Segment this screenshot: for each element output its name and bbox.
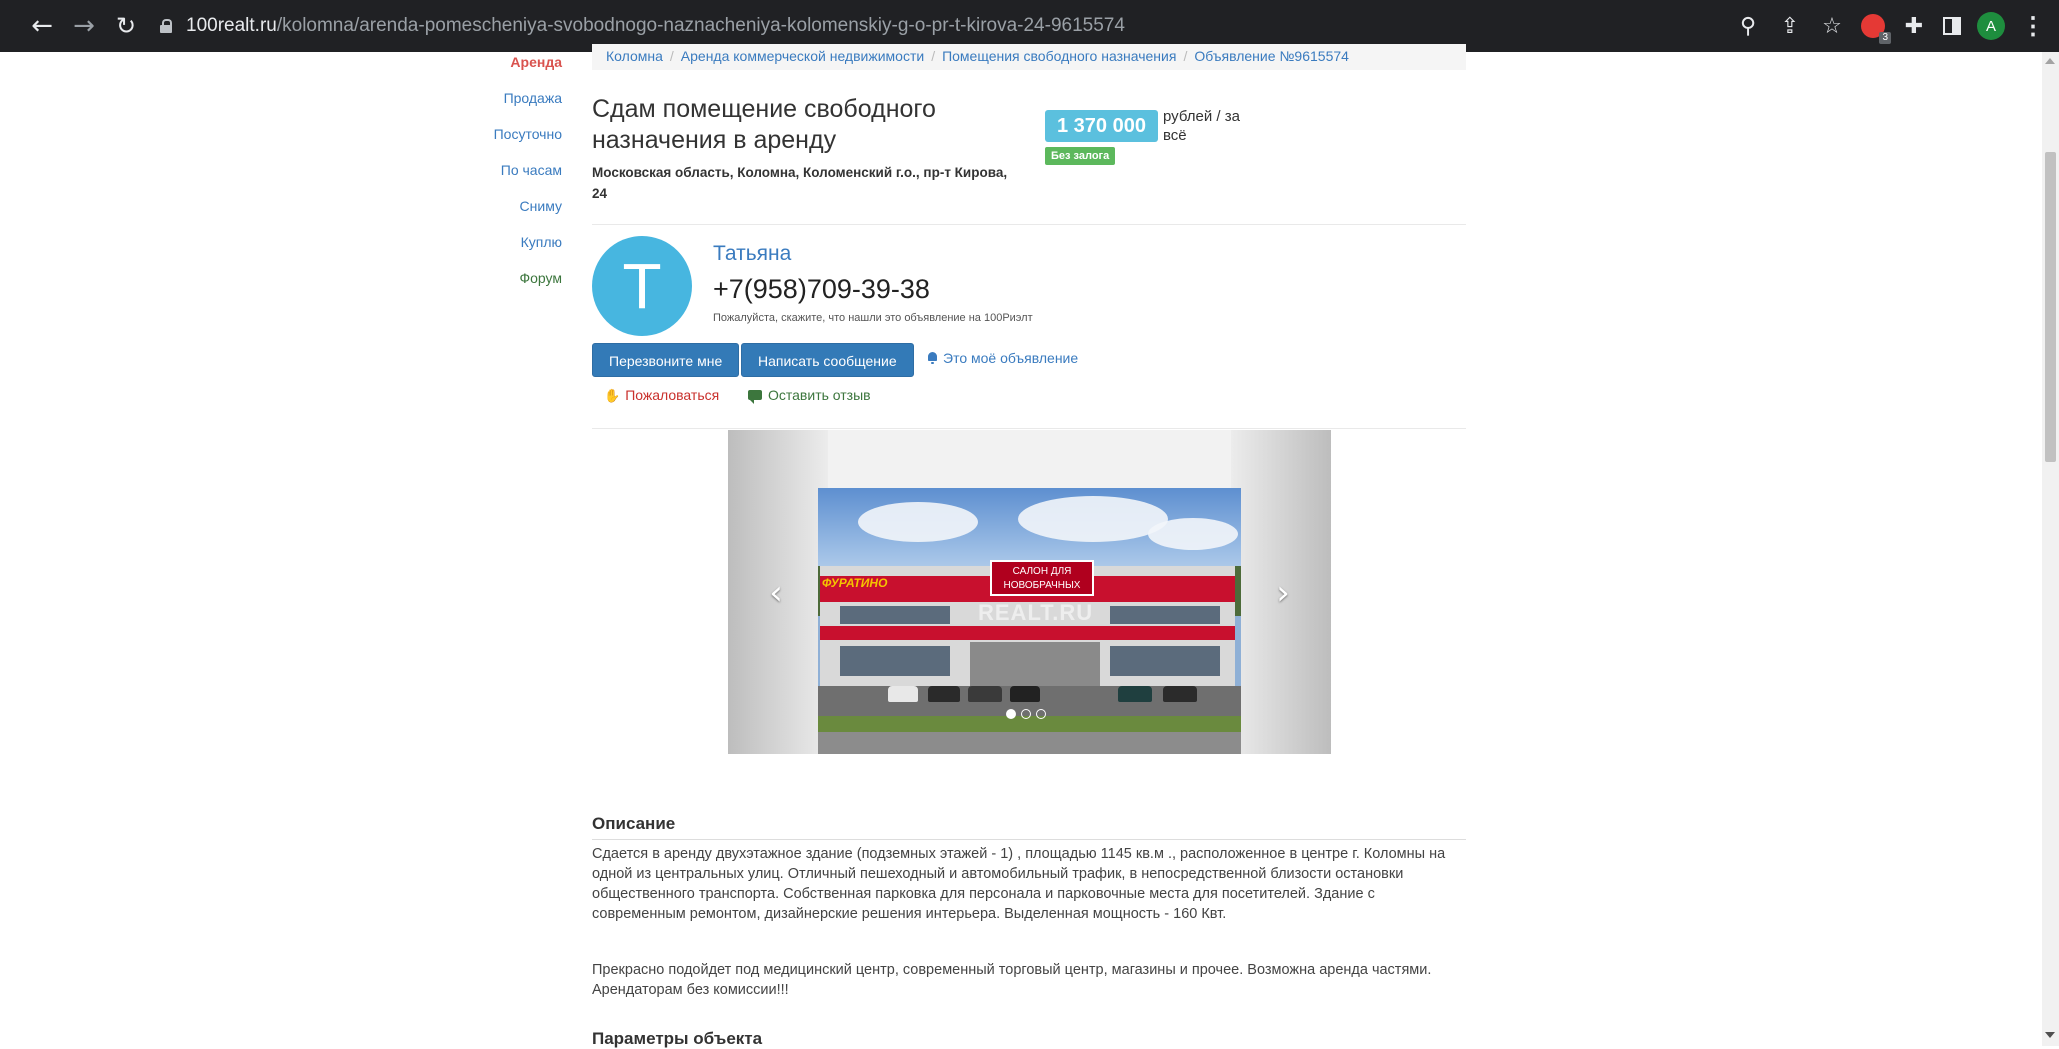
price-badge: 1 370 000 bbox=[1045, 110, 1158, 142]
back-arrow-icon[interactable]: ← bbox=[24, 8, 60, 44]
building-windows bbox=[840, 646, 950, 676]
side-panel-icon[interactable] bbox=[1943, 17, 1961, 35]
menu-item-forum[interactable]: Форум bbox=[470, 268, 562, 304]
agent-phone[interactable]: +7(958)709-39-38 bbox=[713, 274, 930, 305]
chevron-left-icon[interactable]: ‹ bbox=[762, 575, 790, 611]
my-listing-label: Это моё объявление bbox=[943, 350, 1078, 366]
menu-item-rent[interactable]: Аренда bbox=[470, 52, 562, 88]
building-windows bbox=[1110, 606, 1220, 624]
zoom-icon[interactable]: ⚲ bbox=[1735, 13, 1761, 39]
photo-car bbox=[1118, 686, 1152, 702]
photo-cloud bbox=[858, 502, 978, 542]
breadcrumb: Коломна/Аренда коммерческой недвижимости… bbox=[592, 44, 1466, 70]
scrollbar-thumb[interactable] bbox=[2045, 152, 2056, 462]
photo-cloud bbox=[1148, 518, 1238, 550]
breadcrumb-commercial-rent[interactable]: Аренда коммерческой недвижимости bbox=[681, 48, 924, 64]
address-bar[interactable]: 100realt.ru/kolomna/arenda-pomescheniya-… bbox=[160, 8, 1960, 44]
price-unit: рублей / за всё bbox=[1163, 107, 1253, 145]
agent-name[interactable]: Татьяна bbox=[713, 242, 791, 266]
description-heading: Описание bbox=[592, 814, 675, 834]
extensions-puzzle-icon[interactable]: ✚ bbox=[1901, 13, 1927, 39]
breadcrumb-free-purpose[interactable]: Помещения свободного назначения bbox=[942, 48, 1176, 64]
chevron-right-icon[interactable]: › bbox=[1269, 575, 1297, 611]
building-facade-band bbox=[820, 626, 1235, 640]
carousel-dot[interactable] bbox=[1036, 709, 1046, 719]
my-listing-link[interactable]: Это моё объявление bbox=[927, 350, 1078, 366]
complain-label: Пожаловаться bbox=[625, 387, 719, 403]
url-text[interactable]: 100realt.ru/kolomna/arenda-pomescheniya-… bbox=[186, 15, 1125, 37]
review-label: Оставить отзыв bbox=[768, 387, 871, 403]
menu-item-sale[interactable]: Продажа bbox=[470, 88, 562, 124]
building-windows bbox=[840, 606, 950, 624]
menu-kebab-icon[interactable]: ⋮ bbox=[2021, 12, 2045, 41]
photo-carousel[interactable]: ФУРАТИНО САЛОН ДЛЯ НОВОБРАЧНЫХ REALT.RU … bbox=[728, 430, 1331, 754]
share-icon[interactable]: ⇪ bbox=[1777, 13, 1803, 39]
extension-icon[interactable]: 3 bbox=[1861, 14, 1885, 38]
photo-car bbox=[1010, 686, 1040, 702]
forward-arrow-icon[interactable]: → bbox=[66, 8, 102, 44]
deposit-badge: Без залога bbox=[1045, 147, 1115, 165]
thumbs-down-icon: ✋ bbox=[604, 389, 620, 404]
call-back-button[interactable]: Перезвоните мне bbox=[592, 343, 739, 377]
agent-note: Пожалуйста, скажите, что нашли это объяв… bbox=[713, 312, 1033, 324]
extension-badge: 3 bbox=[1879, 32, 1891, 44]
category-menu: Аренда Продажа Посуточно По часам Сниму … bbox=[470, 52, 562, 304]
profile-avatar[interactable]: A bbox=[1977, 12, 2005, 40]
building-entrance bbox=[970, 642, 1100, 686]
breadcrumb-city[interactable]: Коломна bbox=[606, 48, 663, 64]
params-heading: Параметры объекта bbox=[592, 1029, 762, 1049]
salon-sign: САЛОН ДЛЯ НОВОБРАЧНЫХ bbox=[990, 560, 1094, 596]
leave-review-link[interactable]: Оставить отзыв bbox=[748, 387, 871, 403]
divider bbox=[592, 839, 1466, 840]
photo-car bbox=[928, 686, 960, 702]
page-scrollbar[interactable] bbox=[2042, 52, 2059, 1046]
menu-item-hourly[interactable]: По часам bbox=[470, 160, 562, 196]
page-content: Аренда Продажа Посуточно По часам Сниму … bbox=[0, 52, 2042, 1046]
url-host: 100realt.ru bbox=[186, 15, 277, 36]
photo-car bbox=[888, 686, 918, 702]
reload-icon[interactable]: ↻ bbox=[108, 8, 144, 44]
divider bbox=[592, 224, 1466, 225]
store-sign: ФУРАТИНО bbox=[822, 576, 932, 592]
bell-icon bbox=[927, 352, 938, 364]
agent-avatar: Т bbox=[592, 236, 692, 336]
carousel-indicators bbox=[1006, 709, 1046, 719]
divider bbox=[592, 428, 1466, 429]
photo-building: ФУРАТИНО САЛОН ДЛЯ НОВОБРАЧНЫХ bbox=[820, 566, 1235, 686]
carousel-dot[interactable] bbox=[1006, 709, 1016, 719]
photo-road bbox=[818, 732, 1241, 754]
photo-cloud bbox=[1018, 496, 1168, 542]
breadcrumb-listing[interactable]: Объявление №9615574 bbox=[1194, 48, 1349, 64]
scroll-down-icon[interactable] bbox=[2045, 1032, 2055, 1038]
menu-item-daily[interactable]: Посуточно bbox=[470, 124, 562, 160]
comment-icon bbox=[748, 390, 762, 400]
listing-address: Московская область, Коломна, Коломенский… bbox=[592, 162, 1012, 204]
menu-item-want-rent[interactable]: Сниму bbox=[470, 196, 562, 232]
menu-item-want-buy[interactable]: Куплю bbox=[470, 232, 562, 268]
bookmark-star-icon[interactable]: ☆ bbox=[1819, 13, 1845, 39]
url-path: /kolomna/arenda-pomescheniya-svobodnogo-… bbox=[277, 15, 1125, 36]
page-title: Сдам помещение свободного назначения в а… bbox=[592, 94, 1012, 156]
description-paragraph: Прекрасно подойдет под медицинский центр… bbox=[592, 960, 1466, 1000]
carousel-dot[interactable] bbox=[1021, 709, 1031, 719]
building-windows bbox=[1110, 646, 1220, 676]
photo-watermark: REALT.RU bbox=[978, 600, 1093, 626]
photo-car bbox=[968, 686, 1002, 702]
complain-link[interactable]: ✋ Пожаловаться bbox=[604, 387, 719, 404]
description-paragraph: Сдается в аренду двухэтажное здание (под… bbox=[592, 844, 1466, 924]
scroll-up-icon[interactable] bbox=[2045, 58, 2055, 64]
photo-car bbox=[1163, 686, 1197, 702]
write-message-button[interactable]: Написать сообщение bbox=[741, 343, 914, 377]
lock-icon[interactable] bbox=[160, 19, 172, 33]
